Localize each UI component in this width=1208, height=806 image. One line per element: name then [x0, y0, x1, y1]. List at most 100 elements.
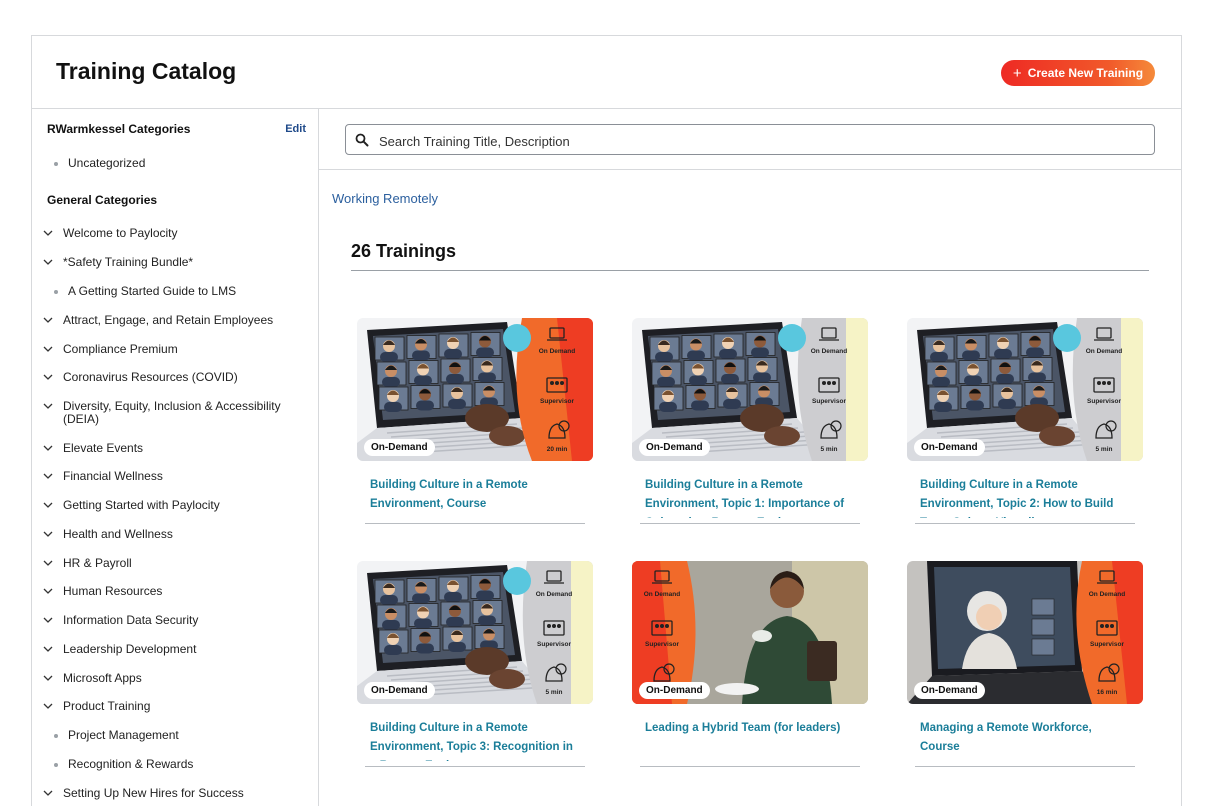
sidebar-item-label: Getting Started with Paylocity: [63, 498, 220, 512]
training-thumbnail[interactable]: On Demand Supervisor 20 min On-Demand: [357, 318, 593, 461]
sidebar-item-label: Recognition & Rewards: [68, 757, 194, 771]
chevron-down-icon[interactable]: [42, 528, 54, 540]
sidebar-item-label: HR & Payroll: [63, 556, 132, 570]
page-header: Training Catalog + Create New Training: [32, 36, 1181, 109]
chevron-down-icon[interactable]: [42, 643, 54, 655]
chevron-down-icon[interactable]: [42, 343, 54, 355]
search-box: [345, 124, 1155, 155]
category-sidebar: RWarmkessel Categories Edit Uncategorize…: [32, 109, 319, 806]
chevron-down-icon[interactable]: [42, 256, 54, 268]
on-demand-badge: On-Demand: [364, 439, 435, 456]
sidebar-item-label: Information Data Security: [63, 613, 199, 627]
card-divider: [640, 766, 860, 767]
plus-icon: +: [1012, 64, 1022, 82]
training-title-link[interactable]: Managing a Remote Workforce, Course: [920, 719, 1125, 757]
sidebar-item-label: Health and Wellness: [63, 527, 173, 541]
custom-categories-heading: RWarmkessel Categories: [47, 122, 191, 136]
on-demand-badge: On-Demand: [914, 682, 985, 699]
sidebar-item-label: Microsoft Apps: [63, 671, 142, 685]
training-card[interactable]: On Demand Supervisor 20 min On-Demand Bu…: [357, 318, 593, 528]
divider: [351, 270, 1149, 271]
bullet-icon: [54, 734, 58, 738]
svg-text:5 min: 5 min: [546, 689, 563, 696]
svg-text:Supervisor: Supervisor: [537, 641, 571, 648]
svg-text:20 min: 20 min: [547, 446, 568, 453]
bullet-icon: [54, 290, 58, 294]
training-card[interactable]: On Demand Supervisor 5 min On-Demand Bui…: [907, 318, 1143, 528]
chevron-down-icon[interactable]: [42, 614, 54, 626]
chevron-down-icon[interactable]: [42, 700, 54, 712]
chevron-down-icon[interactable]: [42, 672, 54, 684]
chevron-down-icon[interactable]: [42, 227, 54, 239]
chevron-down-icon[interactable]: [42, 499, 54, 511]
training-title-link[interactable]: Building Culture in a Remote Environment…: [370, 476, 575, 514]
training-thumbnail[interactable]: On Demand Supervisor 30 min On-Demand: [632, 561, 868, 704]
training-card[interactable]: On Demand Supervisor 5 min On-Demand Bui…: [357, 561, 593, 771]
bullet-icon: [54, 763, 58, 767]
training-catalog-window: Training Catalog + Create New Training R…: [31, 35, 1182, 806]
card-divider: [640, 523, 860, 524]
chevron-down-icon[interactable]: [42, 557, 54, 569]
create-new-training-button[interactable]: + Create New Training: [1001, 60, 1155, 86]
training-title-link[interactable]: Building Culture in a Remote Environment…: [370, 719, 575, 761]
sidebar-item-label: Product Training: [63, 699, 151, 713]
topic-working-remotely[interactable]: Working Remotely: [332, 191, 438, 206]
sidebar-item-label: A Getting Started Guide to LMS: [68, 284, 237, 298]
training-thumbnail[interactable]: On Demand Supervisor 5 min On-Demand: [907, 318, 1143, 461]
svg-text:On Demand: On Demand: [644, 591, 681, 598]
chevron-down-icon[interactable]: [42, 314, 54, 326]
training-thumbnail[interactable]: On Demand Supervisor 16 min On-Demand: [907, 561, 1143, 704]
svg-text:On Demand: On Demand: [1086, 348, 1123, 355]
svg-text:On Demand: On Demand: [536, 591, 573, 598]
chevron-down-icon[interactable]: [42, 400, 54, 412]
sidebar-item-label: Diversity, Equity, Inclusion & Accessibi…: [63, 399, 281, 426]
svg-text:Supervisor: Supervisor: [645, 641, 679, 648]
chevron-down-icon[interactable]: [42, 585, 54, 597]
sidebar-item-label: Compliance Premium: [63, 342, 178, 356]
search-input[interactable]: [377, 130, 1141, 152]
edit-categories-link[interactable]: Edit: [285, 123, 306, 135]
training-title-link[interactable]: Building Culture in a Remote Environment…: [920, 476, 1125, 518]
bullet-icon: [54, 162, 58, 166]
card-divider: [915, 766, 1135, 767]
svg-text:Supervisor: Supervisor: [540, 398, 574, 405]
sidebar-item-label: *Safety Training Bundle*: [63, 255, 194, 269]
training-title-link[interactable]: Leading a Hybrid Team (for leaders): [645, 719, 850, 738]
on-demand-badge: On-Demand: [639, 682, 710, 699]
svg-text:Supervisor: Supervisor: [1090, 641, 1124, 648]
training-thumbnail[interactable]: On Demand Supervisor 5 min On-Demand: [632, 318, 868, 461]
general-categories-heading: General Categories: [47, 193, 158, 207]
svg-text:On Demand: On Demand: [1089, 591, 1126, 598]
chevron-down-icon[interactable]: [42, 470, 54, 482]
card-divider: [365, 523, 585, 524]
create-new-training-label: Create New Training: [1027, 66, 1144, 80]
sidebar-item-label: Uncategorized: [68, 156, 146, 170]
sidebar-item-label: Coronavirus Resources (COVID): [63, 370, 238, 384]
svg-text:5 min: 5 min: [1096, 446, 1113, 453]
training-card[interactable]: On Demand Supervisor 16 min On-Demand Ma…: [907, 561, 1143, 771]
sidebar-item-label: Welcome to Paylocity: [63, 226, 178, 240]
on-demand-badge: On-Demand: [364, 682, 435, 699]
sidebar-item-label: Attract, Engage, and Retain Employees: [63, 313, 274, 327]
catalog-main: Working Remotely 26 Trainings On Demand …: [319, 109, 1181, 806]
sidebar-item-label: Human Resources: [63, 584, 163, 598]
chevron-down-icon[interactable]: [42, 371, 54, 383]
chevron-down-icon[interactable]: [42, 787, 54, 799]
svg-text:Supervisor: Supervisor: [1087, 398, 1121, 405]
training-card[interactable]: On Demand Supervisor 30 min On-Demand Le…: [632, 561, 868, 771]
sidebar-item-label: Financial Wellness: [63, 469, 163, 483]
svg-text:On Demand: On Demand: [539, 348, 576, 355]
card-divider: [915, 523, 1135, 524]
training-card[interactable]: On Demand Supervisor 5 min On-Demand Bui…: [632, 318, 868, 528]
sidebar-item-label: Setting Up New Hires for Success: [63, 786, 244, 800]
sidebar-item-label: Elevate Events: [63, 441, 144, 455]
chevron-down-icon[interactable]: [42, 442, 54, 454]
search-bar-area: [319, 109, 1181, 170]
svg-text:Supervisor: Supervisor: [812, 398, 846, 405]
training-title-link[interactable]: Building Culture in a Remote Environment…: [645, 476, 850, 518]
training-thumbnail[interactable]: On Demand Supervisor 5 min On-Demand: [357, 561, 593, 704]
on-demand-badge: On-Demand: [639, 439, 710, 456]
sidebar-item-label: Project Management: [68, 728, 179, 742]
trainings-count: 26 Trainings: [351, 241, 457, 261]
svg-text:16 min: 16 min: [1097, 689, 1118, 696]
